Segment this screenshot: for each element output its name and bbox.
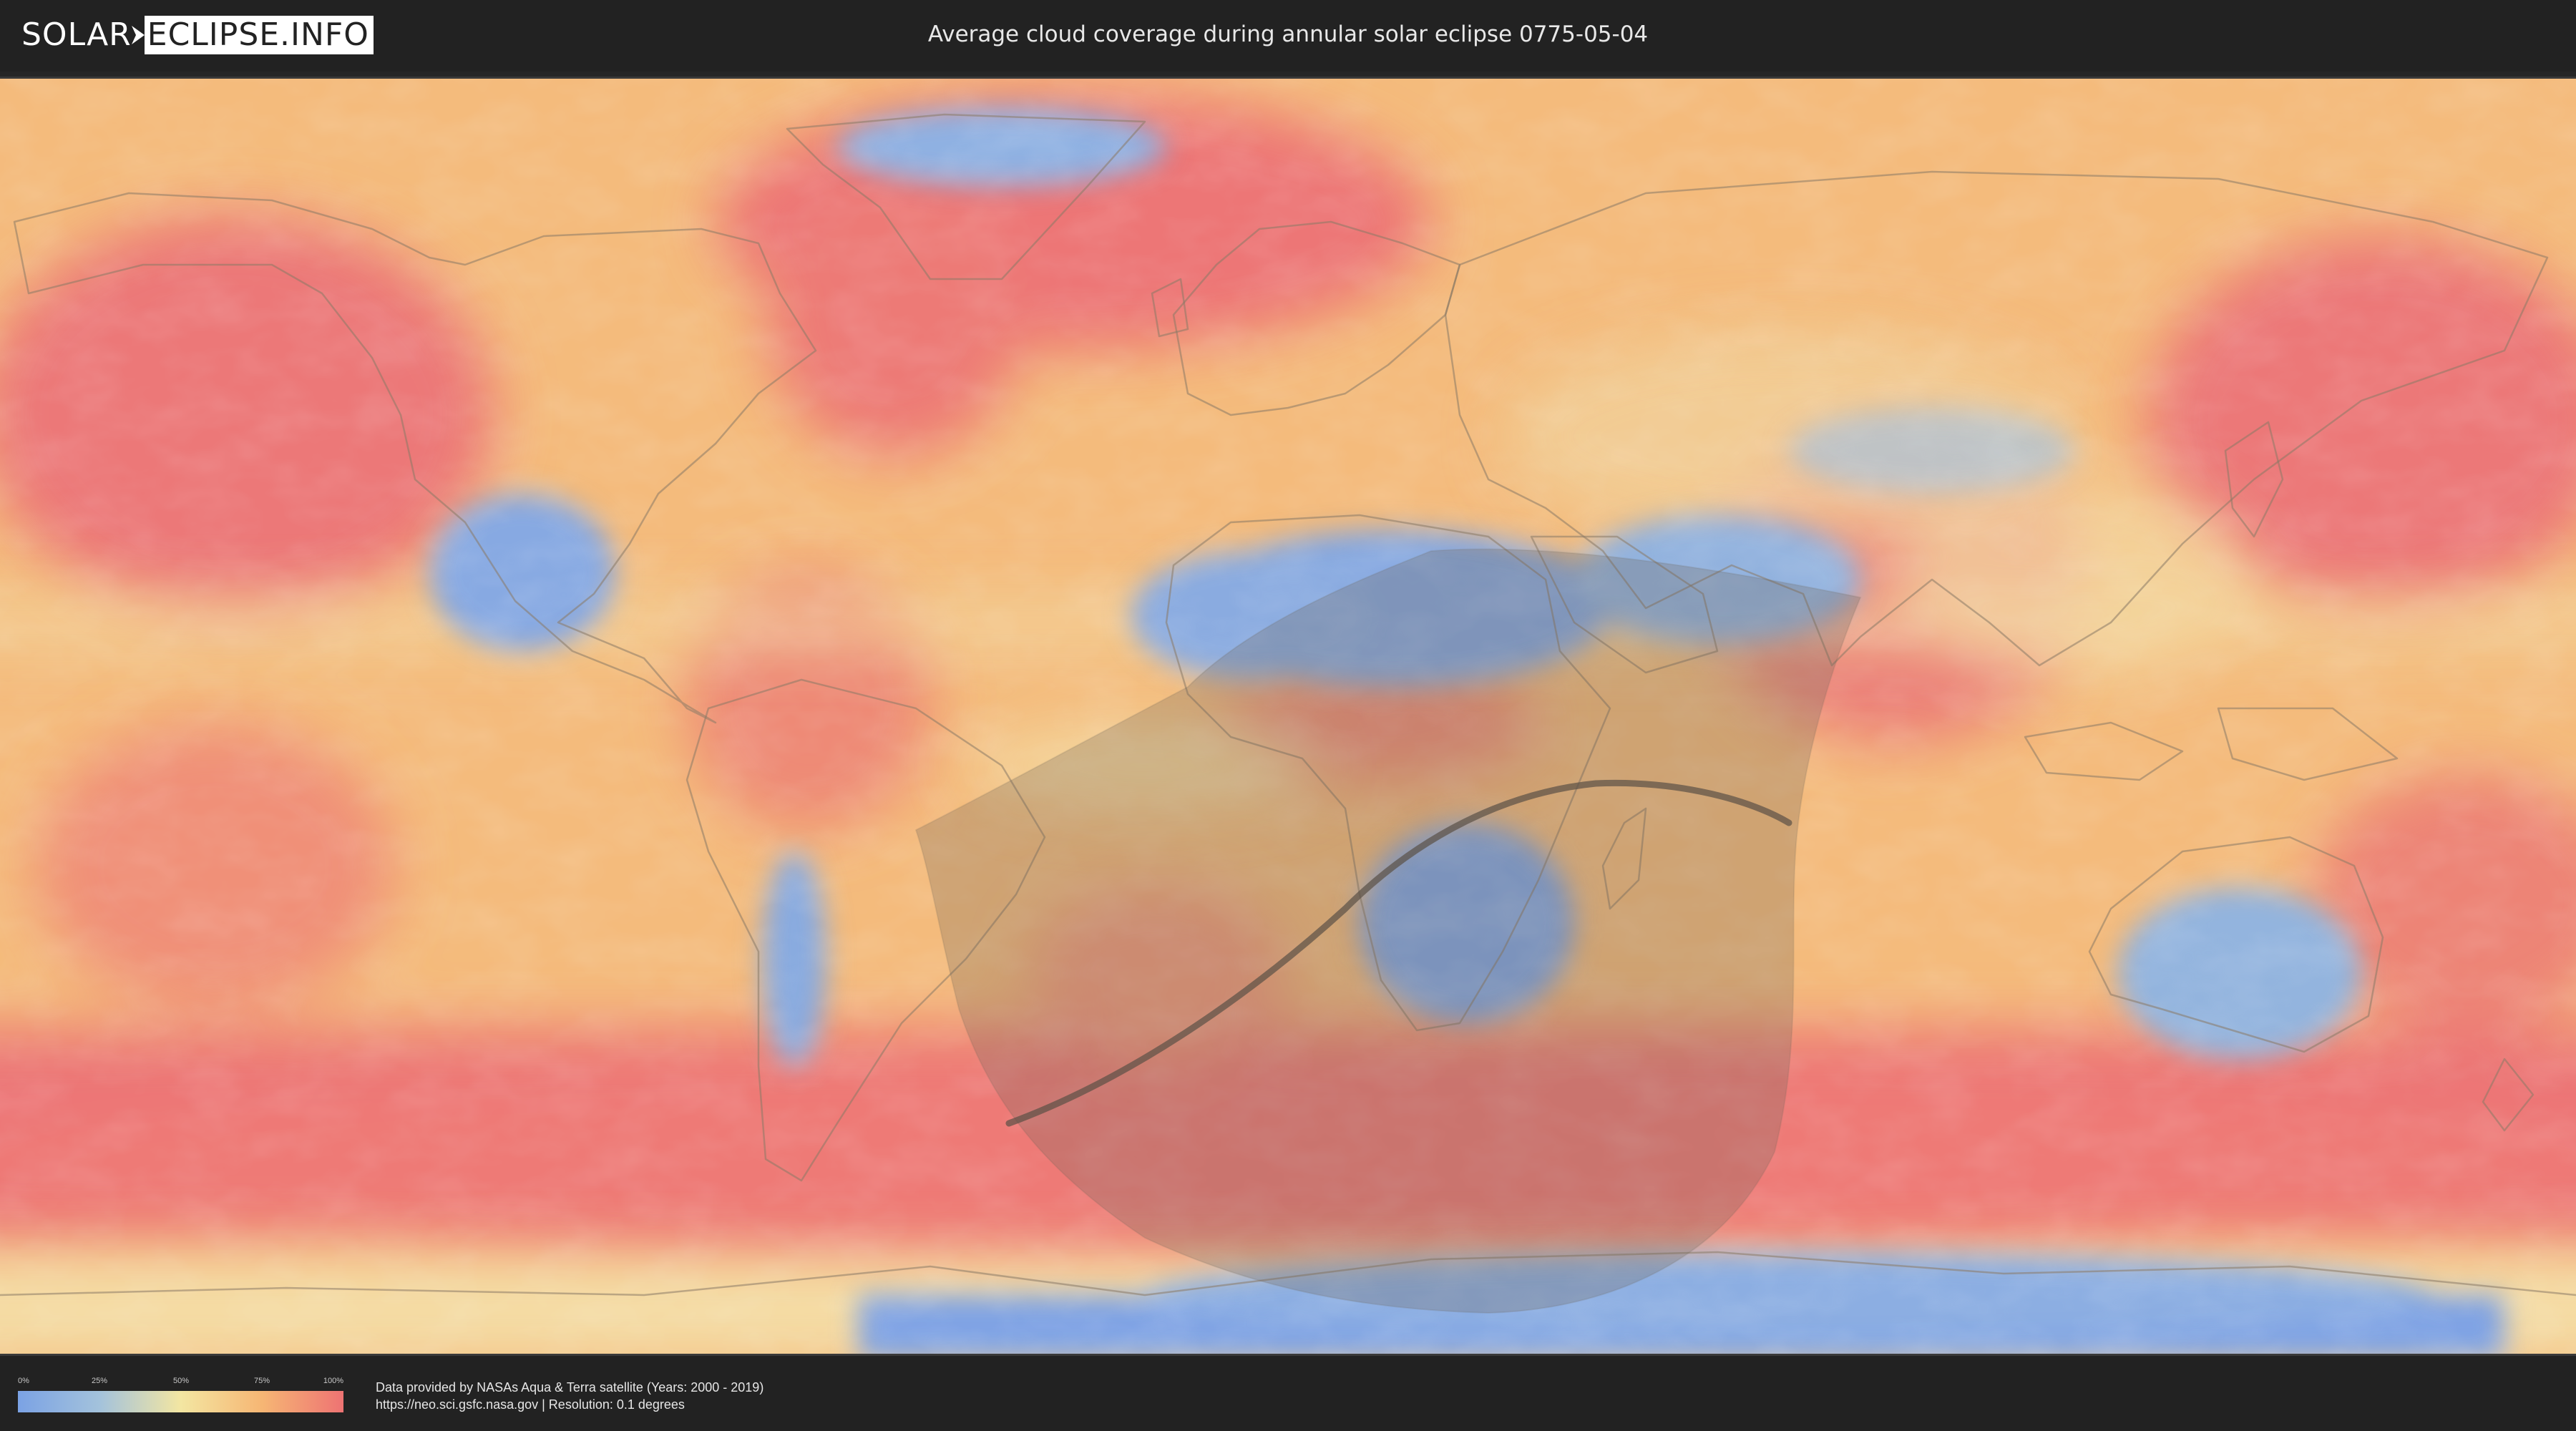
legend-color-scale xyxy=(18,1391,343,1412)
legend-tick-0: 0% xyxy=(18,1377,29,1385)
page: SOLAR ECLIPSE.INFO Average cloud coverag… xyxy=(0,0,2576,1431)
attribution-link[interactable]: https://neo.sci.gsfc.nasa.gov | Resoluti… xyxy=(376,1396,763,1413)
attribution-source: Data provided by NASAs Aqua & Terra sate… xyxy=(376,1380,764,1395)
page-title: Average cloud coverage during annular so… xyxy=(927,21,1649,47)
data-attribution: Data provided by NASAs Aqua & Terra sate… xyxy=(376,1379,763,1413)
legend-tick-25: 25% xyxy=(91,1377,108,1385)
legend-tick-50: 50% xyxy=(172,1377,190,1385)
legend-tick-labels: 0% 25% 50% 75% 100% xyxy=(18,1376,343,1386)
header-bar: SOLAR ECLIPSE.INFO Average cloud coverag… xyxy=(0,0,2576,72)
legend-tick-100: 100% xyxy=(323,1377,343,1385)
legend-tick-75: 75% xyxy=(253,1377,270,1385)
world-map-icon xyxy=(0,79,2576,1354)
cloud-coverage-map[interactable] xyxy=(0,77,2576,1356)
